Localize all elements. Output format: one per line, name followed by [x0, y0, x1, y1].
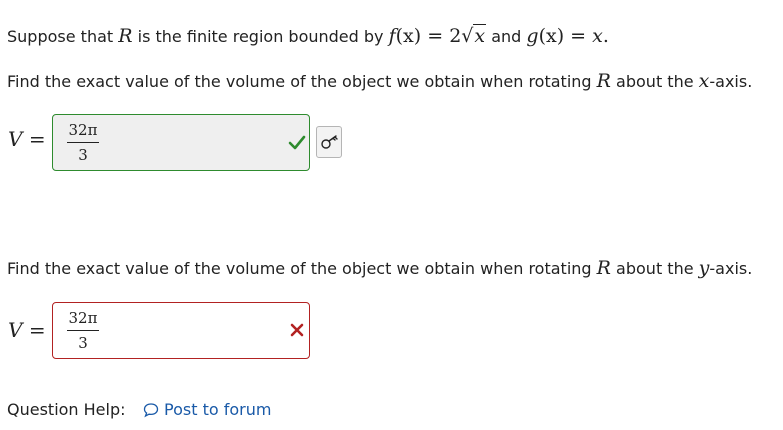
region-variable: R: [118, 25, 133, 47]
answer-fraction-2: 32π 3: [67, 309, 99, 352]
volume-label-1: V =: [8, 127, 46, 151]
statement-text: is the finite region bounded by: [132, 27, 389, 46]
g-definition: g(x) = x.: [526, 25, 609, 47]
question-help-label: Question Help:: [7, 400, 126, 419]
key-icon: [321, 135, 338, 149]
answer-fraction-1: 32π 3: [67, 121, 99, 164]
show-answer-key-button[interactable]: [316, 126, 342, 158]
post-to-forum-link[interactable]: Post to forum: [143, 400, 271, 419]
question-part-2: Find the exact value of the volume of th…: [7, 257, 753, 279]
volume-label-2: V =: [8, 318, 46, 342]
x-mark-icon: [290, 323, 304, 337]
question-part-1: Find the exact value of the volume of th…: [7, 70, 753, 92]
answer-denominator-2: 3: [78, 334, 88, 352]
problem-statement: Suppose that R is the finite region boun…: [7, 24, 609, 47]
speech-bubble-icon: [143, 403, 159, 418]
answer-numerator-1: 32π: [68, 121, 98, 139]
answer-denominator-1: 3: [78, 146, 88, 164]
answer-numerator-2: 32π: [68, 309, 98, 327]
answer-input-1[interactable]: 32π 3: [52, 114, 310, 171]
statement-text: and: [486, 27, 527, 46]
f-definition: f(x) = 2√x: [388, 24, 487, 47]
checkmark-icon: [288, 135, 306, 150]
answer-input-2[interactable]: 32π 3: [52, 302, 310, 359]
forum-link-label[interactable]: Post to forum: [164, 400, 271, 419]
statement-text: Suppose that: [7, 27, 119, 46]
